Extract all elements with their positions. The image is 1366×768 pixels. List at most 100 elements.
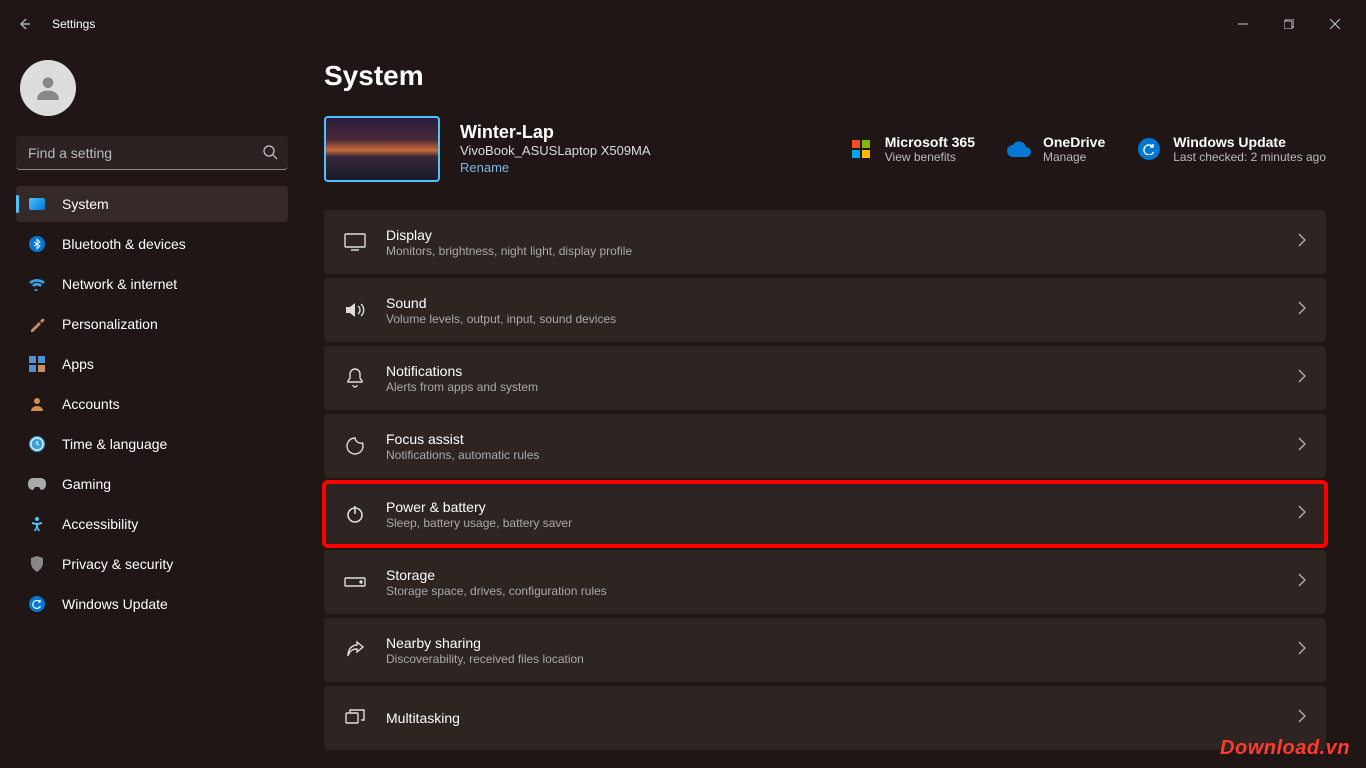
chevron-right-icon <box>1298 641 1306 660</box>
sidebar-item-label: Accounts <box>62 396 120 412</box>
close-icon <box>1330 19 1340 29</box>
sidebar-item-label: Privacy & security <box>62 556 173 572</box>
card-multitasking[interactable]: Multitasking <box>324 686 1326 750</box>
chevron-right-icon <box>1298 301 1306 320</box>
sidebar-item-label: Accessibility <box>62 516 138 532</box>
card-title: Sound <box>386 295 1278 311</box>
storage-icon <box>344 571 366 593</box>
sidebar-item-network[interactable]: Network & internet <box>16 266 288 302</box>
winupdate-icon <box>1137 137 1161 161</box>
focus-icon <box>344 435 366 457</box>
card-title: Display <box>386 227 1278 243</box>
card-subtitle: Monitors, brightness, night light, displ… <box>386 244 1278 258</box>
card-title: Focus assist <box>386 431 1278 447</box>
sound-icon <box>344 299 366 321</box>
chevron-right-icon <box>1298 437 1306 456</box>
back-arrow-icon <box>16 16 32 32</box>
link-onedrive[interactable]: OneDriveManage <box>1007 134 1105 164</box>
back-button[interactable] <box>8 8 40 40</box>
card-power-battery[interactable]: Power & batterySleep, battery usage, bat… <box>324 482 1326 546</box>
sidebar-item-apps[interactable]: Apps <box>16 346 288 382</box>
multitasking-icon <box>344 707 366 729</box>
sidebar-item-label: Network & internet <box>62 276 177 292</box>
sidebar-item-update[interactable]: Windows Update <box>16 586 288 622</box>
card-subtitle: Storage space, drives, configuration rul… <box>386 584 1278 598</box>
person-icon <box>32 72 64 104</box>
link-subtitle: Manage <box>1043 150 1105 164</box>
titlebar: Settings <box>0 0 1366 48</box>
rename-link[interactable]: Rename <box>460 160 509 175</box>
personalization-icon <box>28 315 46 333</box>
card-storage[interactable]: StorageStorage space, drives, configurat… <box>324 550 1326 614</box>
card-title: Nearby sharing <box>386 635 1278 651</box>
avatar <box>20 60 76 116</box>
link-title: Windows Update <box>1173 134 1326 150</box>
card-notifications[interactable]: NotificationsAlerts from apps and system <box>324 346 1326 410</box>
sidebar-item-privacy[interactable]: Privacy & security <box>16 546 288 582</box>
sidebar-item-label: Time & language <box>62 436 167 452</box>
device-info: Winter-Lap VivoBook_ASUSLaptop X509MA Re… <box>460 122 651 177</box>
ms365-icon <box>849 137 873 161</box>
watermark: Download.vn <box>1220 737 1350 760</box>
main-content: System Winter-Lap VivoBook_ASUSLaptop X5… <box>300 48 1366 768</box>
chevron-right-icon <box>1298 233 1306 252</box>
sidebar-item-accessibility[interactable]: Accessibility <box>16 506 288 542</box>
chevron-right-icon <box>1298 709 1306 728</box>
minimize-icon <box>1238 19 1248 29</box>
device-name: Winter-Lap <box>460 122 651 143</box>
sidebar-item-gaming[interactable]: Gaming <box>16 466 288 502</box>
card-focus-assist[interactable]: Focus assistNotifications, automatic rul… <box>324 414 1326 478</box>
power-icon <box>344 503 366 525</box>
sidebar-item-label: System <box>62 196 109 212</box>
sidebar-nav: System Bluetooth & devices Network & int… <box>16 186 288 622</box>
notifications-icon <box>344 367 366 389</box>
maximize-icon <box>1284 19 1294 29</box>
maximize-button[interactable] <box>1266 8 1312 40</box>
time-icon <box>28 435 46 453</box>
minimize-button[interactable] <box>1220 8 1266 40</box>
profile-block[interactable] <box>16 56 288 136</box>
link-subtitle: Last checked: 2 minutes ago <box>1173 150 1326 164</box>
card-subtitle: Alerts from apps and system <box>386 380 1278 394</box>
search-container <box>16 136 288 170</box>
chevron-right-icon <box>1298 505 1306 524</box>
update-icon <box>28 595 46 613</box>
sidebar: System Bluetooth & devices Network & int… <box>0 48 300 768</box>
link-microsoft365[interactable]: Microsoft 365View benefits <box>849 134 975 164</box>
card-subtitle: Notifications, automatic rules <box>386 448 1278 462</box>
sidebar-item-system[interactable]: System <box>16 186 288 222</box>
window-title: Settings <box>52 17 95 31</box>
sidebar-item-bluetooth[interactable]: Bluetooth & devices <box>16 226 288 262</box>
link-title: OneDrive <box>1043 134 1105 150</box>
privacy-icon <box>28 555 46 573</box>
card-title: Notifications <box>386 363 1278 379</box>
accessibility-icon <box>28 515 46 533</box>
share-icon <box>344 639 366 661</box>
system-icon <box>28 195 46 213</box>
link-windows-update[interactable]: Windows UpdateLast checked: 2 minutes ag… <box>1137 134 1326 164</box>
device-model: VivoBook_ASUSLaptop X509MA <box>460 143 651 158</box>
sidebar-item-time[interactable]: Time & language <box>16 426 288 462</box>
apps-icon <box>28 355 46 373</box>
close-button[interactable] <box>1312 8 1358 40</box>
sidebar-item-label: Apps <box>62 356 94 372</box>
header-links: Microsoft 365View benefits OneDriveManag… <box>849 134 1326 164</box>
sidebar-item-personalization[interactable]: Personalization <box>16 306 288 342</box>
card-nearby-sharing[interactable]: Nearby sharingDiscoverability, received … <box>324 618 1326 682</box>
chevron-right-icon <box>1298 573 1306 592</box>
card-subtitle: Discoverability, received files location <box>386 652 1278 666</box>
card-sound[interactable]: SoundVolume levels, output, input, sound… <box>324 278 1326 342</box>
sidebar-item-accounts[interactable]: Accounts <box>16 386 288 422</box>
bluetooth-icon <box>28 235 46 253</box>
search-input[interactable] <box>16 136 288 170</box>
card-display[interactable]: DisplayMonitors, brightness, night light… <box>324 210 1326 274</box>
card-title: Power & battery <box>386 499 1278 515</box>
sidebar-item-label: Windows Update <box>62 596 168 612</box>
display-icon <box>344 231 366 253</box>
desktop-thumbnail[interactable] <box>324 116 440 182</box>
sidebar-item-label: Gaming <box>62 476 111 492</box>
gaming-icon <box>28 475 46 493</box>
accounts-icon <box>28 395 46 413</box>
page-title: System <box>324 60 1326 92</box>
card-title: Multitasking <box>386 710 1278 726</box>
